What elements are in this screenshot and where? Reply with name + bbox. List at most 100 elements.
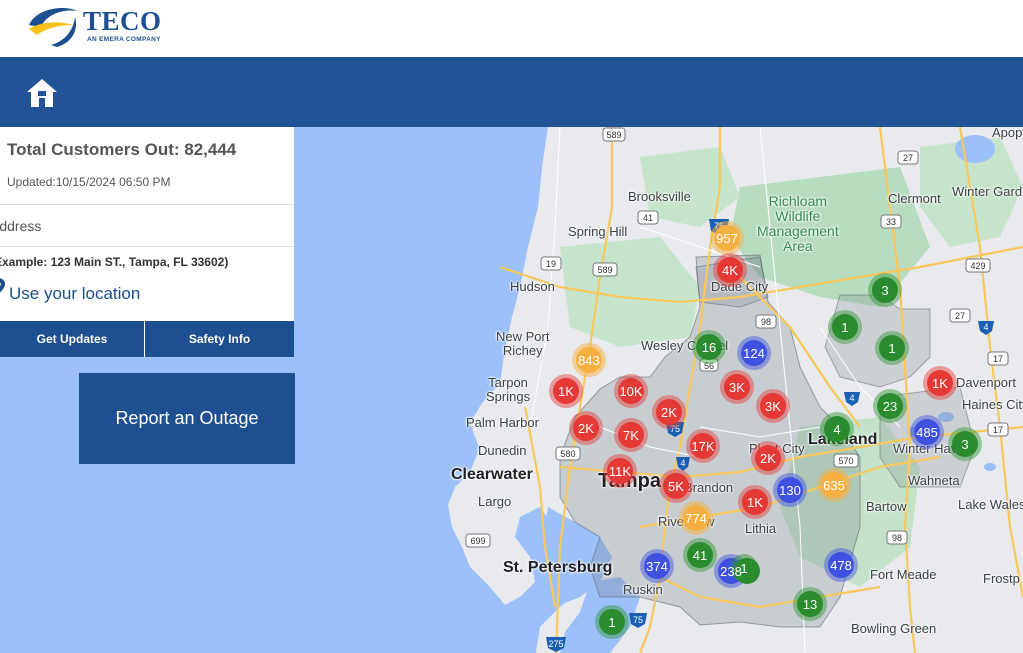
place-dunedin: Dunedin: [478, 443, 527, 458]
outage-cluster-marker[interactable]: 10K: [614, 374, 648, 408]
road-shield: 41: [637, 210, 659, 225]
place-wahneta: Wahneta: [908, 473, 960, 488]
updated-timestamp: Updated:10/15/2024 06:50 PM: [7, 175, 171, 189]
road-shield: 27: [897, 150, 919, 165]
get-updates-button[interactable]: Get Updates: [0, 321, 144, 357]
logo-subtext: AN EMERA COMPANY: [87, 36, 161, 43]
total-customers-out: Total Customers Out: 82,444: [7, 140, 237, 159]
svg-text:275: 275: [548, 639, 563, 649]
road-shield: 580: [555, 446, 581, 461]
place-apopka: Apop: [992, 127, 1023, 140]
home-button[interactable]: [25, 77, 59, 109]
address-example-text: (Example: 123 Main ST., Tampa, FL 33602): [0, 255, 229, 269]
outage-cluster-marker[interactable]: 478: [824, 548, 858, 582]
safety-info-button[interactable]: Safety Info: [145, 321, 294, 357]
road-shield: 699: [465, 533, 491, 548]
place-new-port-richey: New Port Richey: [496, 329, 550, 358]
road-shield: 589: [602, 127, 626, 142]
svg-text:75: 75: [633, 615, 643, 625]
svg-text:580: 580: [560, 449, 575, 459]
road-shield: 429: [965, 258, 991, 273]
place-bowling-green: Bowling Green: [851, 621, 937, 636]
outage-cluster-marker[interactable]: 11K: [603, 454, 637, 488]
outage-cluster-marker[interactable]: 16: [692, 330, 726, 364]
svg-text:27: 27: [903, 153, 913, 163]
place-davenport: Davenport: [956, 375, 1016, 390]
place-largo: Largo: [478, 494, 512, 509]
panel-button-row: Get Updates Safety Info: [0, 321, 294, 357]
place-fort-meade: Fort Meade: [870, 567, 937, 582]
outage-info-panel: Total Customers Out: 82,444 Updated:10/1…: [0, 127, 294, 357]
outage-cluster-marker[interactable]: 1: [875, 331, 909, 365]
svg-text:19: 19: [546, 259, 556, 269]
svg-text:570: 570: [838, 456, 853, 466]
svg-text:41: 41: [643, 213, 653, 223]
top-header: TECO AN EMERA COMPANY: [0, 0, 1023, 57]
outage-map-app: TECO AN EMERA COMPANY 589 41 19 589 98 5…: [0, 0, 1023, 653]
place-spring-hill: Spring Hill: [568, 224, 628, 239]
outage-cluster-marker[interactable]: 957: [710, 221, 744, 255]
teco-logo[interactable]: TECO AN EMERA COMPANY: [27, 3, 197, 49]
outage-cluster-marker[interactable]: 2K: [569, 411, 603, 445]
outage-cluster-marker[interactable]: 13: [793, 587, 827, 621]
outage-cluster-marker[interactable]: 3: [868, 273, 902, 307]
outage-cluster-marker[interactable]: 4K: [713, 253, 747, 287]
road-shield: 589: [592, 262, 618, 277]
outage-cluster-marker[interactable]: 374: [640, 549, 674, 583]
svg-text:17: 17: [993, 354, 1003, 364]
outage-cluster-marker[interactable]: 2K: [751, 441, 785, 475]
outage-cluster-marker[interactable]: 3K: [756, 389, 790, 423]
svg-text:4: 4: [849, 393, 854, 403]
road-shield: 17: [987, 351, 1009, 366]
outage-cluster-marker[interactable]: 485: [910, 415, 944, 449]
use-location-link[interactable]: Use your location: [9, 284, 140, 304]
outage-cluster-marker[interactable]: 1K: [923, 366, 957, 400]
road-shield: 98: [886, 530, 908, 545]
home-icon: [27, 79, 57, 107]
place-st-petersburg: St. Petersburg: [503, 559, 613, 576]
outage-cluster-marker[interactable]: 3K: [720, 370, 754, 404]
place-bartow: Bartow: [866, 499, 907, 514]
outage-cluster-marker[interactable]: 4: [820, 412, 854, 446]
svg-text:4: 4: [983, 322, 988, 332]
place-frostproof: Frostp: [983, 571, 1020, 586]
report-outage-button[interactable]: Report an Outage: [79, 373, 295, 464]
outage-cluster-marker[interactable]: 1: [595, 605, 629, 639]
outage-cluster-marker[interactable]: 843: [572, 343, 606, 377]
road-shield: 27: [949, 308, 971, 323]
svg-text:98: 98: [892, 533, 902, 543]
road-shield: 33: [880, 214, 902, 229]
place-winter-garden: Winter Gard: [952, 184, 1023, 199]
outage-cluster-marker[interactable]: 2K: [652, 395, 686, 429]
outage-cluster-marker[interactable]: 1: [828, 310, 862, 344]
svg-text:98: 98: [761, 317, 771, 327]
svg-text:4: 4: [680, 458, 685, 468]
place-hudson: Hudson: [510, 279, 555, 294]
place-palm-harbor: Palm Harbor: [466, 415, 539, 430]
svg-text:589: 589: [597, 265, 612, 275]
outage-cluster-marker[interactable]: 3: [948, 427, 982, 461]
nav-bar: [0, 57, 1023, 127]
outage-cluster-marker[interactable]: 1K: [738, 485, 772, 519]
outage-cluster-marker[interactable]: 124: [737, 336, 771, 370]
road-shield: 98: [755, 314, 777, 329]
outage-cluster-marker[interactable]: 23: [873, 389, 907, 423]
road-shield: 570: [833, 453, 859, 468]
place-tarpon-springs: Tarpon Springs: [486, 375, 531, 404]
outage-cluster-marker[interactable]: 5K: [659, 469, 693, 503]
place-clermont: Clermont: [888, 191, 941, 206]
outage-cluster-marker[interactable]: 635: [817, 468, 851, 502]
outage-cluster-marker[interactable]: 1K: [549, 374, 583, 408]
outage-cluster-marker[interactable]: 130: [773, 473, 807, 507]
svg-text:27: 27: [955, 311, 965, 321]
outage-cluster-marker[interactable]: 17K: [686, 429, 720, 463]
road-shield: 17: [987, 422, 1009, 437]
place-lake-wales: Lake Wales: [958, 497, 1023, 512]
road-shield: 19: [540, 256, 562, 271]
location-pin-icon[interactable]: [0, 278, 5, 294]
address-search-input[interactable]: [0, 204, 294, 247]
outage-cluster-marker[interactable]: 41: [683, 538, 717, 572]
outage-cluster-marker[interactable]: 774: [679, 501, 713, 535]
outage-cluster-marker[interactable]: 7K: [614, 418, 648, 452]
svg-text:699: 699: [470, 536, 485, 546]
